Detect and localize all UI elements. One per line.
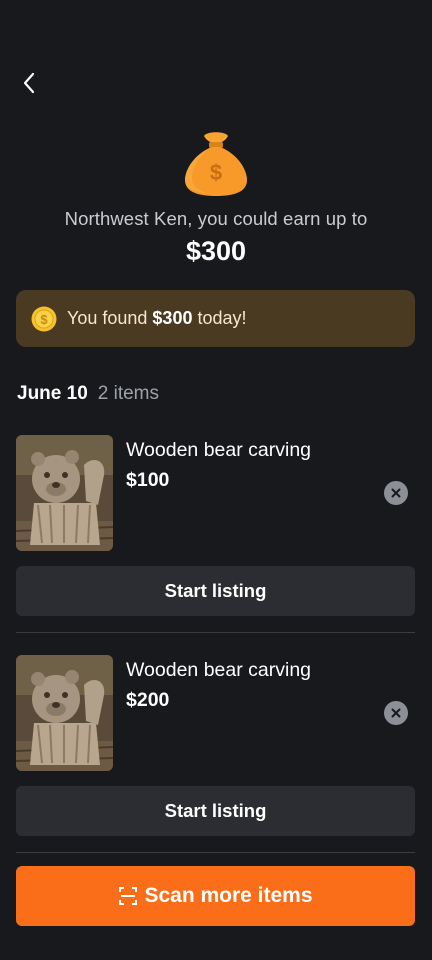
found-amount: $300 [152, 308, 193, 328]
found-suffix: today! [192, 308, 247, 328]
money-bag-icon: $ [185, 132, 247, 196]
close-icon [391, 488, 401, 498]
divider [16, 632, 415, 633]
item-title: Wooden bear carving [126, 659, 312, 681]
scan-button-label: Scan more items [144, 884, 313, 907]
group-date: June 10 [17, 383, 88, 404]
item-title: Wooden bear carving [126, 439, 312, 461]
close-icon [391, 708, 401, 718]
list-item[interactable]: Wooden bear carving $200 [16, 655, 415, 771]
found-today-text: You found $300 today! [67, 308, 247, 329]
svg-text:$: $ [210, 160, 222, 185]
item-price: $100 [126, 469, 170, 491]
remove-item-button[interactable] [384, 481, 408, 505]
coin-icon: $ [31, 306, 57, 331]
found-today-banner: $ You found $300 today! [16, 290, 415, 347]
item-thumbnail [16, 655, 113, 771]
svg-text:$: $ [40, 312, 48, 327]
earnings-message: Northwest Ken, you could earn up to [64, 208, 368, 229]
item-price: $200 [126, 689, 170, 711]
earnings-screen: $ Northwest Ken, you could earn up to $3… [0, 0, 432, 960]
earnings-hero: $ Northwest Ken, you could earn up to $3… [0, 128, 432, 267]
remove-item-button[interactable] [384, 701, 408, 725]
start-listing-button[interactable]: Start listing [16, 786, 415, 836]
date-group-header: June 10 2 items [17, 383, 159, 405]
scan-more-items-button[interactable]: Scan more items [16, 866, 415, 926]
divider [16, 852, 415, 853]
item-thumbnail [16, 435, 113, 551]
start-listing-button[interactable]: Start listing [16, 566, 415, 616]
back-button[interactable] [14, 68, 44, 98]
chevron-left-icon [23, 72, 35, 94]
earnings-amount: $300 [185, 236, 247, 266]
group-item-count: 2 items [97, 383, 160, 404]
list-item[interactable]: Wooden bear carving $100 [16, 435, 415, 551]
found-prefix: You found [67, 308, 153, 328]
scan-icon [119, 887, 138, 905]
